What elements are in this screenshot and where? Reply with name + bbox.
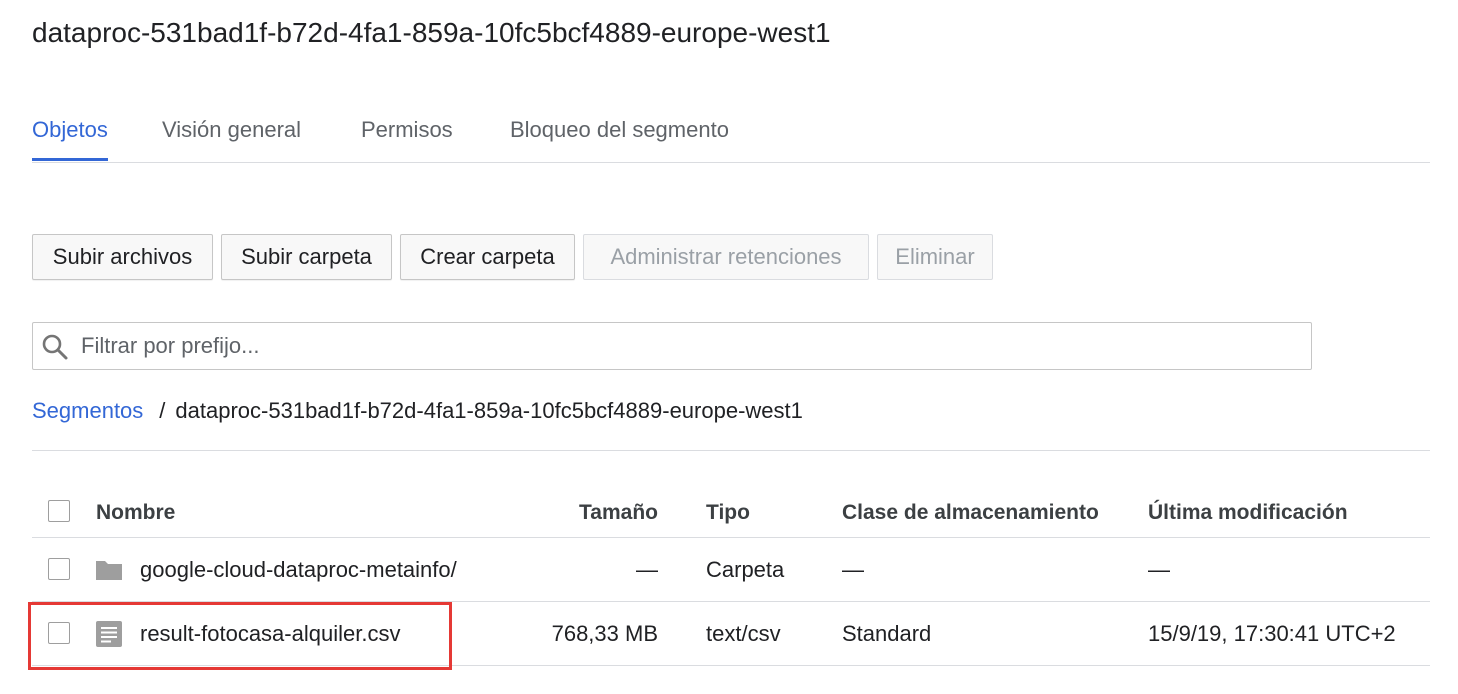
column-header-type[interactable]: Tipo <box>706 498 750 528</box>
tab-overview[interactable]: Visión general <box>162 108 301 160</box>
select-all-checkbox[interactable] <box>48 500 70 522</box>
object-type: text/csv <box>706 621 781 646</box>
object-name-link[interactable]: result-fotocasa-alquiler.csv <box>140 618 400 650</box>
table-header-row: Nombre Tamaño Tipo Clase de almacenamien… <box>32 482 1430 538</box>
table-row: google-cloud-dataproc-metainfo/ — Carpet… <box>32 538 1430 602</box>
folder-icon <box>94 556 124 584</box>
object-modified: 15/9/19, 17:30:41 UTC+2 <box>1148 621 1396 646</box>
upload-files-button[interactable]: Subir archivos <box>32 234 213 280</box>
breadcrumb-current-bucket: dataproc-531bad1f-b72d-4fa1-859a-10fc5bc… <box>175 398 803 423</box>
object-modified: — <box>1148 557 1170 582</box>
object-size: — <box>636 557 658 582</box>
object-storage-class: — <box>842 557 864 582</box>
row-checkbox[interactable] <box>48 622 70 644</box>
search-icon <box>41 333 69 361</box>
objects-table: Nombre Tamaño Tipo Clase de almacenamien… <box>32 482 1430 666</box>
breadcrumb: Segmentos / dataproc-531bad1f-b72d-4fa1-85… <box>32 394 803 428</box>
file-icon <box>94 620 124 648</box>
column-header-size[interactable]: Tamaño <box>579 498 658 528</box>
object-size: 768,33 MB <box>551 621 658 646</box>
manage-holds-button[interactable]: Administrar retenciones <box>583 234 869 280</box>
breadcrumb-separator: / <box>159 398 166 423</box>
divider <box>32 450 1430 451</box>
upload-folder-button[interactable]: Subir carpeta <box>221 234 392 280</box>
object-name-link[interactable]: google-cloud-dataproc-metainfo/ <box>140 554 457 586</box>
tab-permissions[interactable]: Permisos <box>361 108 453 160</box>
create-folder-button[interactable]: Crear carpeta <box>400 234 575 280</box>
column-header-storage-class[interactable]: Clase de almacenamiento <box>842 498 1099 528</box>
tab-objects[interactable]: Objetos <box>32 108 108 161</box>
object-storage-class: Standard <box>842 621 932 646</box>
tab-bucket-lock[interactable]: Bloqueo del segmento <box>510 108 729 160</box>
row-checkbox[interactable] <box>48 558 70 580</box>
column-header-name[interactable]: Nombre <box>96 498 175 528</box>
bucket-title: dataproc-531bad1f-b72d-4fa1-859a-10fc5bc… <box>32 17 831 48</box>
delete-button[interactable]: Eliminar <box>877 234 993 280</box>
tab-bar: Objetos Visión general Permisos Bloqueo … <box>32 108 1430 163</box>
prefix-filter-input[interactable] <box>81 329 1281 363</box>
object-type: Carpeta <box>706 557 785 582</box>
column-header-modified[interactable]: Última modificación <box>1148 498 1348 528</box>
table-row: result-fotocasa-alquiler.csv 768,33 MB t… <box>32 602 1430 666</box>
breadcrumb-buckets-link[interactable]: Segmentos <box>32 398 143 423</box>
filter-box <box>32 322 1312 370</box>
